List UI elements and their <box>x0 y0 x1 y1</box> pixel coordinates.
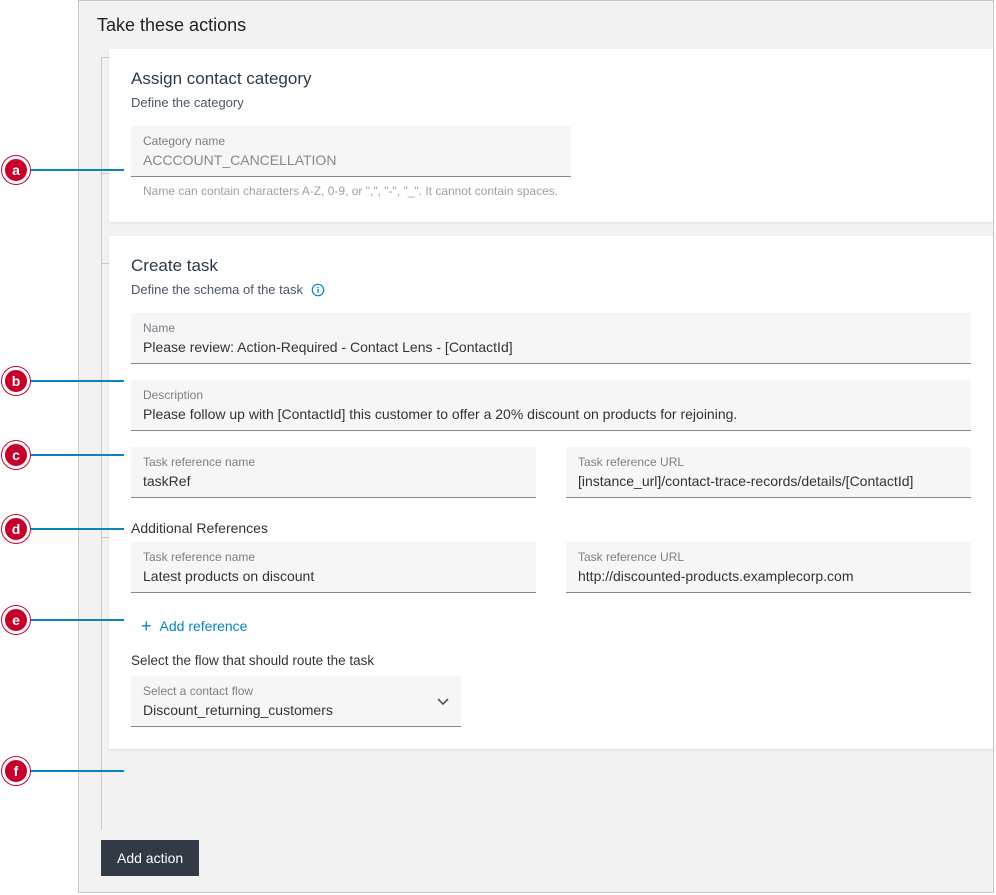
info-icon[interactable] <box>311 283 325 297</box>
addl-ref-name-field[interactable]: Task reference name <box>131 542 536 593</box>
callout-a: a <box>2 156 30 184</box>
add-reference-button[interactable]: + Add reference <box>141 617 247 635</box>
callout-b: b <box>2 367 30 395</box>
task-ref-url-label: Task reference URL <box>578 455 959 469</box>
callout-b-line <box>30 380 124 382</box>
category-name-label: Category name <box>143 134 559 148</box>
task-name-input[interactable] <box>143 337 959 357</box>
create-task-card: Create task Define the schema of the tas… <box>109 236 993 750</box>
task-ref-url-field[interactable]: Task reference URL <box>566 447 971 498</box>
task-title: Create task <box>131 256 971 276</box>
callout-c: c <box>2 441 30 469</box>
task-ref-name-input[interactable] <box>143 471 524 491</box>
task-desc-field[interactable]: Description <box>131 380 971 431</box>
page-title: Take these actions <box>79 1 993 44</box>
task-name-field[interactable]: Name <box>131 313 971 364</box>
task-name-label: Name <box>143 321 959 335</box>
callout-d-line <box>30 528 124 530</box>
additional-references-title: Additional References <box>131 520 971 536</box>
addl-ref-url-field[interactable]: Task reference URL <box>566 542 971 593</box>
addl-ref-url-input[interactable] <box>578 566 959 586</box>
task-desc-label: Description <box>143 388 959 402</box>
addl-ref-url-label: Task reference URL <box>578 550 959 564</box>
category-name-input[interactable] <box>143 150 559 170</box>
category-name-field[interactable]: Category name <box>131 126 571 177</box>
add-reference-label: Add reference <box>160 618 248 634</box>
callout-d: d <box>2 515 30 543</box>
content-column: Assign contact category Define the categ… <box>101 49 993 830</box>
contact-flow-label: Select a contact flow <box>143 684 449 698</box>
chevron-down-icon <box>437 693 449 711</box>
callout-a-line <box>30 169 124 171</box>
callout-c-line <box>30 454 124 456</box>
task-desc-input[interactable] <box>143 404 959 424</box>
plus-icon: + <box>141 617 152 635</box>
add-action-button[interactable]: Add action <box>101 840 199 876</box>
callout-f-line <box>30 770 124 772</box>
callout-f: f <box>2 757 30 785</box>
addl-ref-name-label: Task reference name <box>143 550 524 564</box>
contact-flow-value: Discount_returning_customers <box>143 700 449 720</box>
task-ref-url-input[interactable] <box>578 471 959 491</box>
actions-panel: Take these actions Assign contact catego… <box>78 0 994 893</box>
assign-category-card: Assign contact category Define the categ… <box>109 49 993 222</box>
task-subtitle: Define the schema of the task <box>131 282 971 298</box>
flow-caption: Select the flow that should route the ta… <box>131 653 971 668</box>
assign-title: Assign contact category <box>131 69 971 89</box>
tree-rail <box>101 57 109 830</box>
addl-ref-name-input[interactable] <box>143 566 524 586</box>
assign-subtitle: Define the category <box>131 95 971 110</box>
task-ref-name-label: Task reference name <box>143 455 524 469</box>
callout-e: e <box>2 606 30 634</box>
task-ref-name-field[interactable]: Task reference name <box>131 447 536 498</box>
contact-flow-select[interactable]: Select a contact flow Discount_returning… <box>131 676 461 727</box>
category-name-hint: Name can contain characters A-Z, 0-9, or… <box>131 177 571 200</box>
callout-e-line <box>30 619 124 621</box>
